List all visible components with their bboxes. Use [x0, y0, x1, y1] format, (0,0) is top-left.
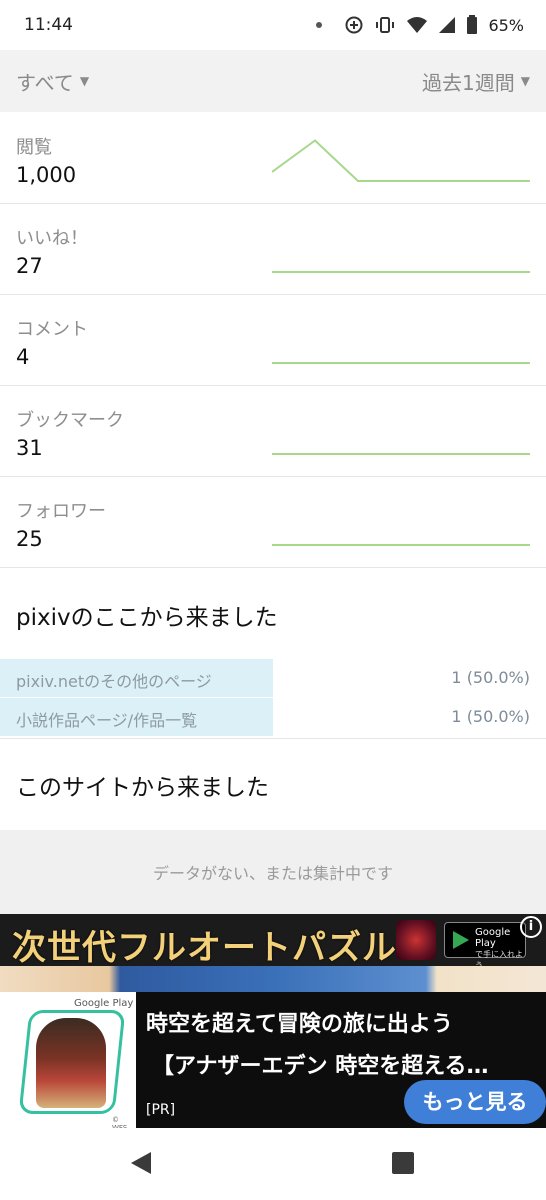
metric-label: 閲覧 — [16, 137, 52, 158]
ad-thumbnail: Google Play © WFS — [0, 992, 136, 1132]
notification-dot-icon — [316, 22, 323, 28]
metric-sparkline — [272, 453, 530, 455]
play-store-icon — [453, 931, 469, 949]
period-dropdown-label: 過去1週間 — [422, 70, 515, 95]
wifi-icon — [406, 16, 428, 34]
metric-value: 25 — [16, 527, 43, 551]
metric-label: いいね！ — [16, 228, 88, 249]
ad-artwork-strip — [0, 966, 546, 992]
referral-count: 1 (50.0%) — [451, 707, 530, 726]
game-emblem-icon — [396, 920, 436, 960]
character-illustration — [36, 1018, 106, 1108]
battery-percent: 65% — [488, 15, 524, 35]
battery-icon — [466, 15, 478, 35]
metric-bookmarks: ブックマーク 31 — [0, 386, 546, 477]
referral-count: 1 (50.0%) — [451, 668, 530, 687]
status-time: 11:44 — [24, 15, 73, 35]
metric-sparkline — [272, 362, 530, 364]
referral-name: 小説作品ページ/作品一覧 — [16, 711, 198, 730]
ad-banner[interactable]: 次世代フルオートパズル Google Play で手に入れよう i — [0, 914, 546, 966]
ad-title-line1: 時空を超えて冒険の旅に出よう — [146, 1012, 453, 1037]
thumb-google-play-label: Google Play — [74, 998, 134, 1009]
metric-followers: フォロワー 25 — [0, 477, 546, 568]
caret-down-icon: ▼ — [520, 74, 530, 88]
back-icon[interactable] — [131, 1152, 151, 1174]
filter-bar: すべて ▼ 過去1週間 ▼ — [0, 50, 546, 112]
category-dropdown-label: すべて — [16, 70, 74, 95]
metric-label: ブックマーク — [16, 410, 124, 431]
recent-apps-icon[interactable] — [392, 1152, 414, 1174]
signal-icon — [438, 16, 456, 34]
data-saver-icon — [344, 15, 364, 35]
metric-likes: いいね！ 27 — [0, 204, 546, 295]
referral-row[interactable]: 小説作品ページ/作品一覧 1 (50.0%) — [0, 698, 546, 736]
divider — [0, 738, 546, 739]
vibrate-icon — [374, 15, 396, 35]
referral-row[interactable]: pixiv.netのその他のページ 1 (50.0%) — [0, 659, 546, 697]
ad-title-line2: 【アナザーエデン 時空を超える… — [152, 1054, 489, 1079]
category-dropdown[interactable]: すべて ▼ — [16, 67, 89, 96]
empty-state: データがない、または集計中です — [0, 830, 546, 914]
site-referrals-title: このサイトから来ました — [16, 775, 269, 801]
system-nav-bar — [0, 1128, 546, 1200]
metric-views: 閲覧 1,000 — [0, 113, 546, 204]
see-more-button[interactable]: もっと見る — [404, 1080, 546, 1124]
period-dropdown[interactable]: 過去1週間 ▼ — [422, 67, 530, 96]
metric-sparkline — [272, 271, 530, 273]
pixiv-referrals-title: pixivのここから来ました — [16, 605, 278, 631]
metric-value: 27 — [16, 254, 43, 278]
metric-comments: コメント 4 — [0, 295, 546, 386]
empty-state-text: データがない、または集計中です — [152, 864, 393, 883]
ad-pr-label: [PR] — [146, 1102, 176, 1118]
google-play-label: Google Play — [475, 927, 511, 949]
ad-card[interactable]: Google Play © WFS 時空を超えて冒険の旅に出よう 【アナザーエデ… — [0, 992, 546, 1132]
referral-name: pixiv.netのその他のページ — [16, 672, 212, 691]
google-play-badge[interactable]: Google Play で手に入れよう — [444, 922, 526, 966]
sparkline-series — [272, 139, 530, 182]
status-icons: 65% — [316, 15, 524, 35]
metric-value: 4 — [16, 345, 30, 369]
google-play-sub: で手に入れよう — [475, 950, 523, 966]
metric-label: コメント — [16, 319, 88, 340]
metric-value: 31 — [16, 436, 43, 460]
ad-info-icon[interactable]: i — [520, 916, 542, 938]
metric-sparkline — [272, 544, 530, 546]
metric-value: 1,000 — [16, 163, 77, 187]
status-bar: 11:44 65% — [0, 0, 546, 50]
caret-down-icon: ▼ — [79, 74, 90, 88]
ad-headline: 次世代フルオートパズル — [12, 928, 397, 966]
metric-sparkline — [272, 139, 530, 182]
metric-label: フォロワー — [16, 501, 106, 522]
